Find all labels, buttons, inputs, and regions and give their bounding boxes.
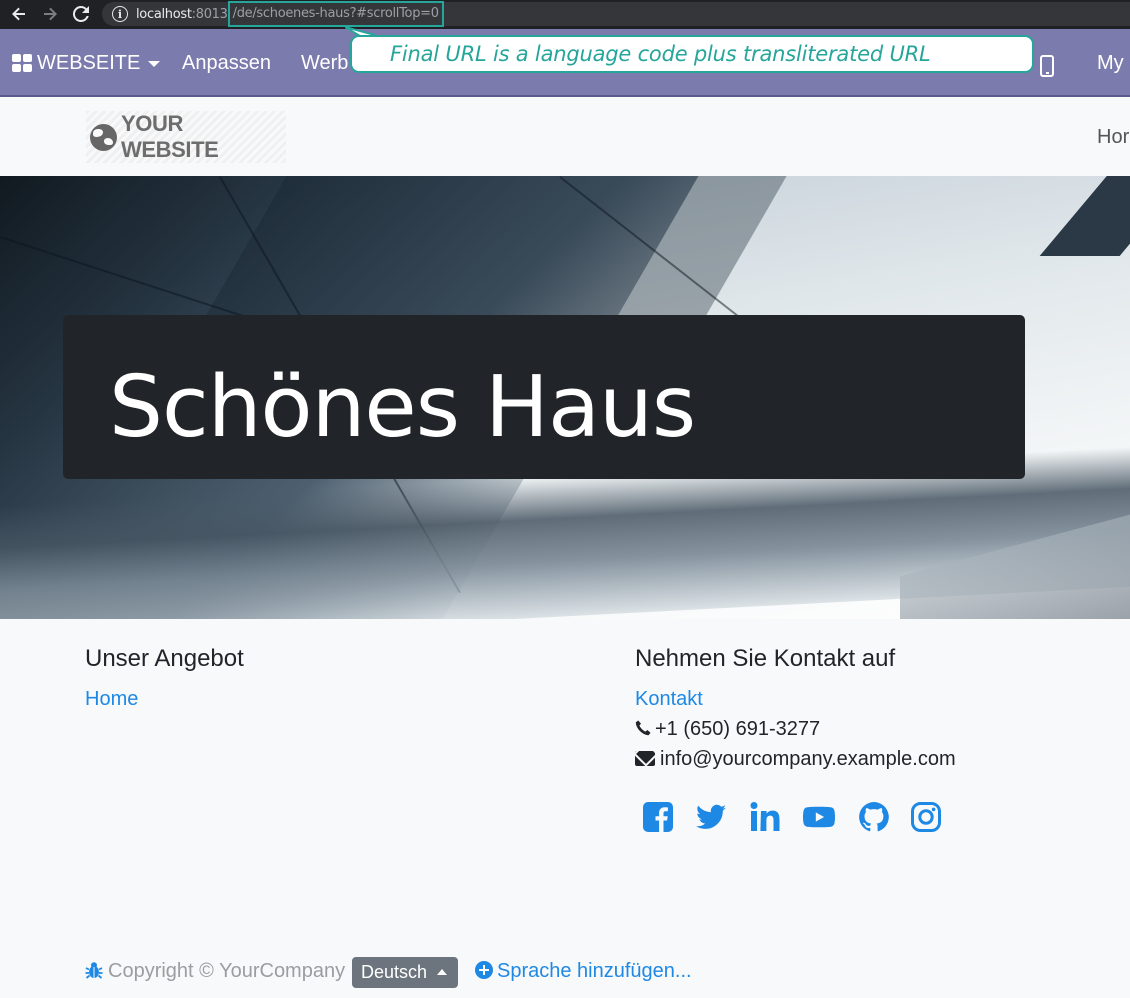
callout-text: Final URL is a language code plus transl… xyxy=(390,42,931,66)
hero-title: Schönes Haus xyxy=(109,358,696,457)
url-port: :8013 xyxy=(191,6,228,22)
footer-right-title: Nehmen Sie Kontakt auf xyxy=(635,645,896,672)
copyright-text: Copyright © YourCompany xyxy=(108,960,346,982)
youtube-icon[interactable] xyxy=(803,801,835,833)
url-path-highlight: /de/schoenes-haus?#scrollTop=0 xyxy=(227,1,444,27)
linkedin-icon[interactable] xyxy=(749,801,781,833)
envelope-icon xyxy=(635,751,655,766)
github-icon[interactable] xyxy=(858,801,890,833)
site-header: YOUR WEBSITE Hor xyxy=(0,99,1130,176)
language-selector[interactable]: Deutsch xyxy=(352,957,458,988)
address-bar[interactable]: i localhost:8013/de/schoenes-haus?#scrol… xyxy=(102,1,1130,27)
menu-item-my[interactable]: My xyxy=(1097,52,1124,75)
globe-icon xyxy=(90,123,117,151)
add-language-link[interactable]: Sprache hinzufügen... xyxy=(497,960,692,983)
app-menu-webseite[interactable]: WEBSEITE xyxy=(37,52,161,75)
mobile-preview-icon[interactable] xyxy=(1040,55,1054,77)
apps-grid-icon[interactable] xyxy=(12,54,32,72)
facebook-icon[interactable] xyxy=(642,801,674,833)
logo-text: YOUR WEBSITE xyxy=(120,111,219,162)
footer-link-home[interactable]: Home xyxy=(85,688,138,711)
reload-icon[interactable] xyxy=(67,0,95,28)
footer-left-title: Unser Angebot xyxy=(85,645,244,672)
contact-phone: +1 (650) 691-3277 xyxy=(655,718,821,740)
caret-down-icon xyxy=(148,60,161,67)
hero-strut xyxy=(1039,176,1130,256)
instagram-icon[interactable] xyxy=(910,801,942,833)
menu-item-werbung[interactable]: Werb xyxy=(301,52,348,75)
bug-icon[interactable] xyxy=(85,961,103,979)
footer-link-kontakt[interactable]: Kontakt xyxy=(635,688,703,711)
url-host: localhost xyxy=(136,6,192,22)
annotation-callout: Final URL is a language code plus transl… xyxy=(350,35,1034,73)
phone-icon xyxy=(635,720,651,736)
contact-email[interactable]: info@yourcompany.example.com xyxy=(660,748,956,771)
language-label: Deutsch xyxy=(361,962,428,982)
twitter-icon[interactable] xyxy=(695,801,727,833)
caret-up-icon xyxy=(437,969,447,975)
nav-item-home[interactable]: Hor xyxy=(1097,126,1129,149)
hero-title-box: Schönes Haus xyxy=(63,315,1025,479)
forward-arrow-icon[interactable] xyxy=(36,0,64,28)
back-arrow-icon[interactable] xyxy=(5,0,33,28)
hero-banner: Schönes Haus xyxy=(0,176,1130,619)
info-icon[interactable]: i xyxy=(112,6,128,22)
site-logo[interactable]: YOUR WEBSITE xyxy=(86,111,286,163)
browser-toolbar: i localhost:8013/de/schoenes-haus?#scrol… xyxy=(0,0,1130,29)
app-menu-label: WEBSEITE xyxy=(37,52,141,74)
plus-circle-icon[interactable] xyxy=(475,961,493,979)
menu-item-anpassen[interactable]: Anpassen xyxy=(182,52,271,75)
